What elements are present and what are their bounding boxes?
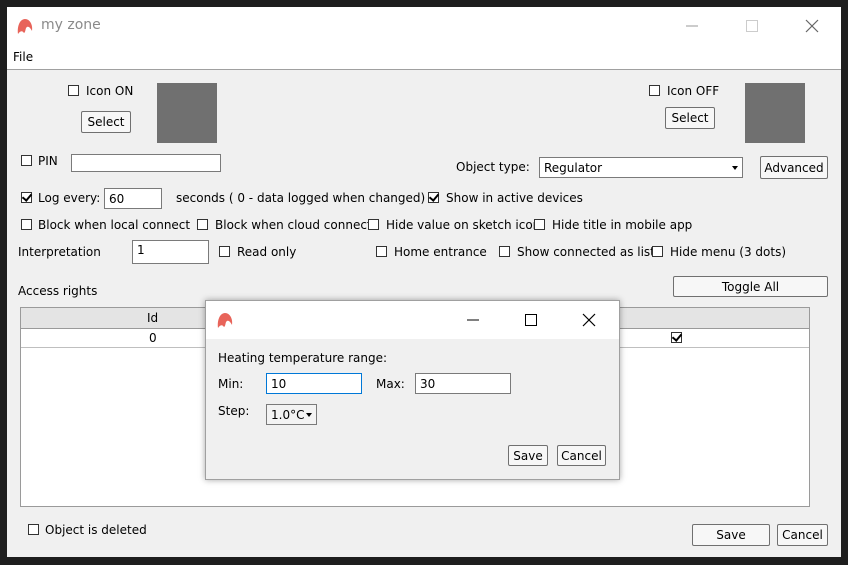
read-only-checkbox[interactable] [219,246,230,257]
cancel-button[interactable]: Cancel [777,524,828,546]
app-logo-icon [217,313,233,328]
hide-value-checkbox[interactable] [368,219,379,230]
minimize-button[interactable] [669,7,715,45]
object-deleted-label: Object is deleted [45,523,147,537]
dialog-cancel-button[interactable]: Cancel [557,445,606,466]
menu-file[interactable]: File [13,50,33,64]
block-local-checkbox[interactable] [21,219,32,230]
icon-on-label: Icon ON [86,84,134,98]
row-id-cell: 0 [149,331,157,345]
log-every-label: Log every: [38,191,101,205]
pin-checkbox[interactable] [21,155,32,166]
hide-title-label: Hide title in mobile app [552,218,693,232]
dialog-minimize-button[interactable] [450,301,496,339]
log-every-checkbox[interactable] [21,192,32,203]
min-label: Min: [218,377,244,391]
minimize-icon [467,319,479,321]
read-only-label: Read only [237,245,297,259]
column-header-id[interactable]: Id [147,311,158,325]
dialog-save-button[interactable]: Save [508,445,548,466]
chevron-down-icon [306,412,312,417]
hide-menu-checkbox[interactable] [652,246,663,257]
app-logo-icon [17,19,33,34]
block-local-label: Block when local connect [38,218,191,232]
max-label: Max: [376,377,405,391]
min-input[interactable]: 10 [266,373,362,394]
object-type-label: Object type: [456,160,530,174]
icon-on-preview [157,83,217,143]
block-cloud-checkbox[interactable] [197,219,208,230]
access-rights-label: Access rights [18,284,98,298]
show-active-checkbox[interactable] [428,192,439,203]
window-title: my zone [41,17,101,33]
close-icon [582,313,596,327]
object-deleted-checkbox[interactable] [28,524,39,535]
maximize-icon [525,314,537,326]
title-bar[interactable]: my zone [7,7,841,45]
step-select[interactable]: 1.0°C [266,404,317,425]
step-value: 1.0°C [271,407,305,422]
row-access-checkbox[interactable] [671,332,682,343]
icon-off-preview [745,83,805,143]
icon-off-select-button[interactable]: Select [665,107,715,129]
close-icon [805,19,819,33]
log-every-suffix: seconds ( 0 - data logged when changed) [176,191,426,205]
advanced-button[interactable]: Advanced [760,156,828,179]
hide-title-checkbox[interactable] [534,219,545,230]
home-entrance-label: Home entrance [394,245,487,259]
log-every-input[interactable]: 60 [104,188,162,209]
object-type-value: Regulator [544,160,603,175]
home-entrance-checkbox[interactable] [376,246,387,257]
icon-off-label: Icon OFF [667,84,720,98]
show-list-label: Show connected as list [517,245,655,259]
menu-bar: File [7,45,841,70]
maximize-icon [746,20,758,32]
icon-on-checkbox[interactable] [68,85,79,96]
pin-input[interactable] [71,154,221,172]
dialog-maximize-button[interactable] [508,301,554,339]
toggle-all-button[interactable]: Toggle All [673,276,828,297]
show-list-checkbox[interactable] [499,246,510,257]
icon-off-checkbox[interactable] [649,85,660,96]
dialog-title-bar[interactable] [206,301,619,339]
pin-label: PIN [38,154,58,168]
show-active-label: Show in active devices [446,191,583,205]
block-cloud-label: Block when cloud connect [215,218,372,232]
icon-on-select-button[interactable]: Select [81,111,131,133]
interpretation-input[interactable]: 1 [132,240,209,264]
object-type-select[interactable]: Regulator [539,157,743,178]
max-input[interactable]: 30 [415,373,511,394]
temperature-range-dialog: Heating temperature range: Min: 10 Max: … [205,300,620,480]
hide-value-label: Hide value on sketch icon [386,218,541,232]
hide-menu-label: Hide menu (3 dots) [670,245,786,259]
step-label: Step: [218,404,250,418]
interpretation-label: Interpretation [18,245,101,259]
close-button[interactable] [789,7,835,45]
minimize-icon [686,25,698,27]
chevron-down-icon [732,165,738,170]
maximize-button[interactable] [729,7,775,45]
save-button[interactable]: Save [692,524,770,546]
dialog-heading: Heating temperature range: [218,351,388,365]
dialog-close-button[interactable] [566,301,612,339]
